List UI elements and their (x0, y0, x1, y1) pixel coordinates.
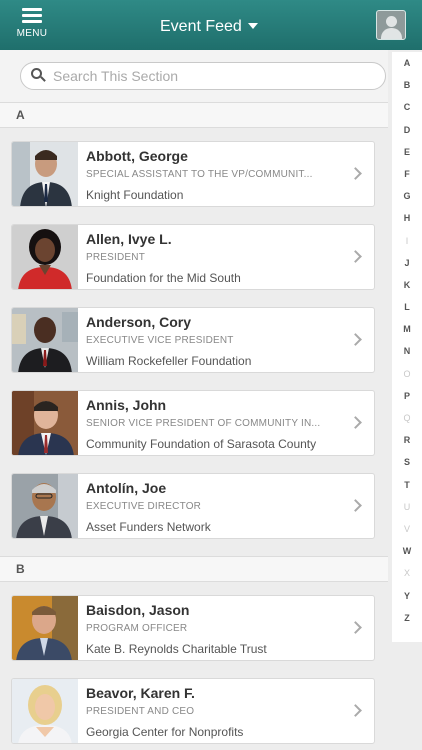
attendee-organization: Knight Foundation (86, 188, 184, 202)
attendee-title: PROGRAM OFFICER (86, 623, 188, 634)
index-letter: Q (403, 413, 411, 423)
hamburger-icon (22, 8, 42, 23)
index-letter[interactable]: W (392, 540, 422, 562)
index-letter[interactable]: L (392, 296, 422, 318)
attendee-name: Abbott, George (86, 148, 188, 164)
attendee-photo (12, 391, 78, 455)
alphabet-index[interactable]: A B C D E F G H I J K L M N O P Q R S T … (392, 52, 422, 642)
menu-label: MENU (16, 28, 48, 39)
page-title: Event Feed (160, 18, 242, 35)
index-letter[interactable]: F (392, 163, 422, 185)
attendee-card[interactable]: Abbott, George SPECIAL ASSISTANT TO THE … (11, 141, 375, 207)
attendee-card[interactable]: Antolín, Joe EXECUTIVE DIRECTOR Asset Fu… (11, 473, 375, 539)
attendee-card[interactable]: Baisdon, Jason PROGRAM OFFICER Kate B. R… (11, 595, 375, 661)
attendee-title: EXECUTIVE DIRECTOR (86, 501, 202, 512)
app-header: MENU Event Feed (0, 0, 422, 50)
section-header-b: B (0, 556, 388, 582)
section-header-a: A (0, 102, 388, 128)
attendee-title: SENIOR VICE PRESIDENT OF COMMUNITY IN... (86, 418, 321, 429)
index-letter[interactable]: K (392, 274, 422, 296)
index-letter[interactable]: H (392, 207, 422, 229)
attendee-name: Baisdon, Jason (86, 602, 190, 618)
attendee-photo (12, 308, 78, 372)
index-letter[interactable]: M (392, 318, 422, 340)
attendee-name: Annis, John (86, 397, 167, 413)
chevron-right-icon (349, 333, 362, 346)
index-letter[interactable]: S (392, 451, 422, 473)
chevron-right-icon (349, 250, 362, 263)
attendee-photo (12, 679, 78, 743)
attendee-title: PRESIDENT (86, 252, 146, 263)
index-letter: I (405, 235, 409, 246)
index-letter[interactable]: N (392, 340, 422, 362)
attendee-list[interactable]: A Abbott, George SPECIAL ASSISTANT TO TH… (0, 102, 388, 750)
attendee-card[interactable]: Anderson, Cory EXECUTIVE VICE PRESIDENT … (11, 307, 375, 373)
search-input[interactable] (53, 68, 373, 84)
attendee-organization: Community Foundation of Sarasota County (86, 437, 317, 451)
index-letter: U (403, 501, 411, 512)
event-feed-dropdown[interactable]: Event Feed (160, 16, 258, 38)
attendee-name: Antolín, Joe (86, 480, 167, 496)
index-letter[interactable]: B (392, 74, 422, 96)
attendee-card[interactable]: Allen, Ivye L. PRESIDENT Foundation for … (11, 224, 375, 290)
attendee-photo (12, 596, 78, 660)
attendee-photo (12, 225, 78, 289)
index-letter: V (403, 523, 410, 534)
index-letter[interactable]: A (392, 52, 422, 74)
index-letter: X (403, 568, 410, 579)
index-letter[interactable]: Y (392, 585, 422, 607)
index-letter[interactable]: T (392, 474, 422, 496)
attendee-organization: Georgia Center for Nonprofits (86, 725, 244, 739)
attendee-card[interactable]: Annis, John SENIOR VICE PRESIDENT OF COM… (11, 390, 375, 456)
attendee-card[interactable]: Beavor, Karen F. PRESIDENT AND CEO Georg… (11, 678, 375, 744)
attendee-title: EXECUTIVE VICE PRESIDENT (86, 335, 234, 346)
chevron-right-icon (349, 167, 362, 180)
attendee-photo (12, 142, 78, 206)
chevron-right-icon (349, 499, 362, 512)
search-icon (31, 68, 47, 84)
search-box[interactable] (20, 62, 386, 90)
user-silhouette-icon (386, 16, 397, 27)
index-letter[interactable]: C (392, 96, 422, 118)
attendee-organization: Foundation for the Mid South (86, 271, 241, 285)
chevron-right-icon (349, 416, 362, 429)
index-letter[interactable]: G (392, 185, 422, 207)
attendee-title: PRESIDENT AND CEO (86, 706, 195, 717)
index-letter[interactable]: Z (392, 607, 422, 629)
caret-down-icon (247, 23, 258, 29)
attendee-organization: Asset Funders Network (86, 520, 211, 534)
index-letter[interactable]: J (392, 252, 422, 274)
attendee-name: Beavor, Karen F. (86, 685, 195, 701)
menu-button[interactable]: MENU (14, 8, 50, 44)
index-letter[interactable]: P (392, 385, 422, 407)
attendee-organization: Kate B. Reynolds Charitable Trust (86, 642, 267, 656)
attendee-title: SPECIAL ASSISTANT TO THE VP/COMMUNIT... (86, 169, 313, 180)
attendee-organization: William Rockefeller Foundation (86, 354, 252, 368)
index-letter[interactable]: D (392, 119, 422, 141)
attendee-photo (12, 474, 78, 538)
search-bar (0, 50, 388, 102)
profile-avatar-button[interactable] (376, 10, 406, 40)
index-letter: O (403, 368, 411, 379)
attendee-name: Allen, Ivye L. (86, 231, 172, 247)
chevron-right-icon (349, 704, 362, 717)
attendee-name: Anderson, Cory (86, 314, 192, 330)
index-letter[interactable]: E (392, 141, 422, 163)
chevron-right-icon (349, 621, 362, 634)
index-letter[interactable]: R (392, 429, 422, 451)
